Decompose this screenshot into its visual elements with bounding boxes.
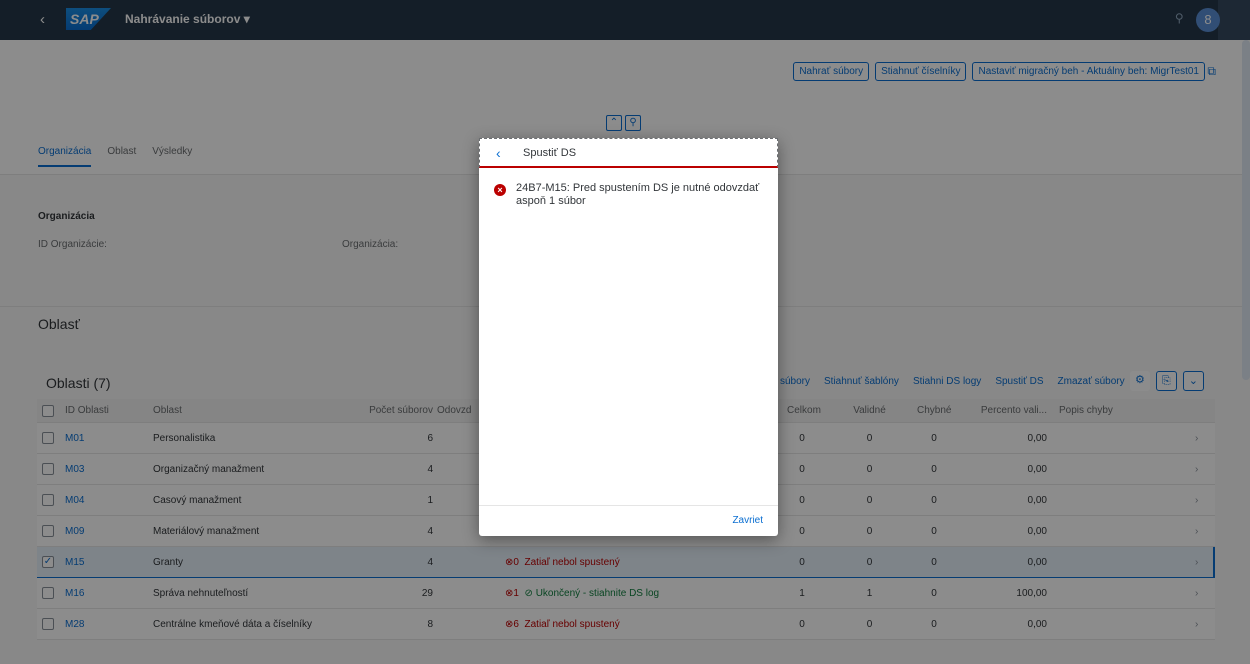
close-button[interactable]: Zavriet bbox=[732, 515, 763, 526]
scrollbar[interactable] bbox=[1242, 40, 1250, 380]
dialog-footer: Zavriet bbox=[479, 505, 778, 536]
dialog-title: Spustiť DS bbox=[523, 147, 577, 159]
error-icon: × bbox=[494, 184, 506, 196]
error-text: 24B7-M15: Pred spustením DS je nutné odo… bbox=[516, 182, 760, 207]
dialog-header: ‹ Spustiť DS bbox=[479, 138, 778, 168]
back-icon[interactable]: ‹ bbox=[496, 145, 501, 161]
run-ds-dialog: ‹ Spustiť DS × 24B7-M15: Pred spustením … bbox=[479, 138, 778, 536]
